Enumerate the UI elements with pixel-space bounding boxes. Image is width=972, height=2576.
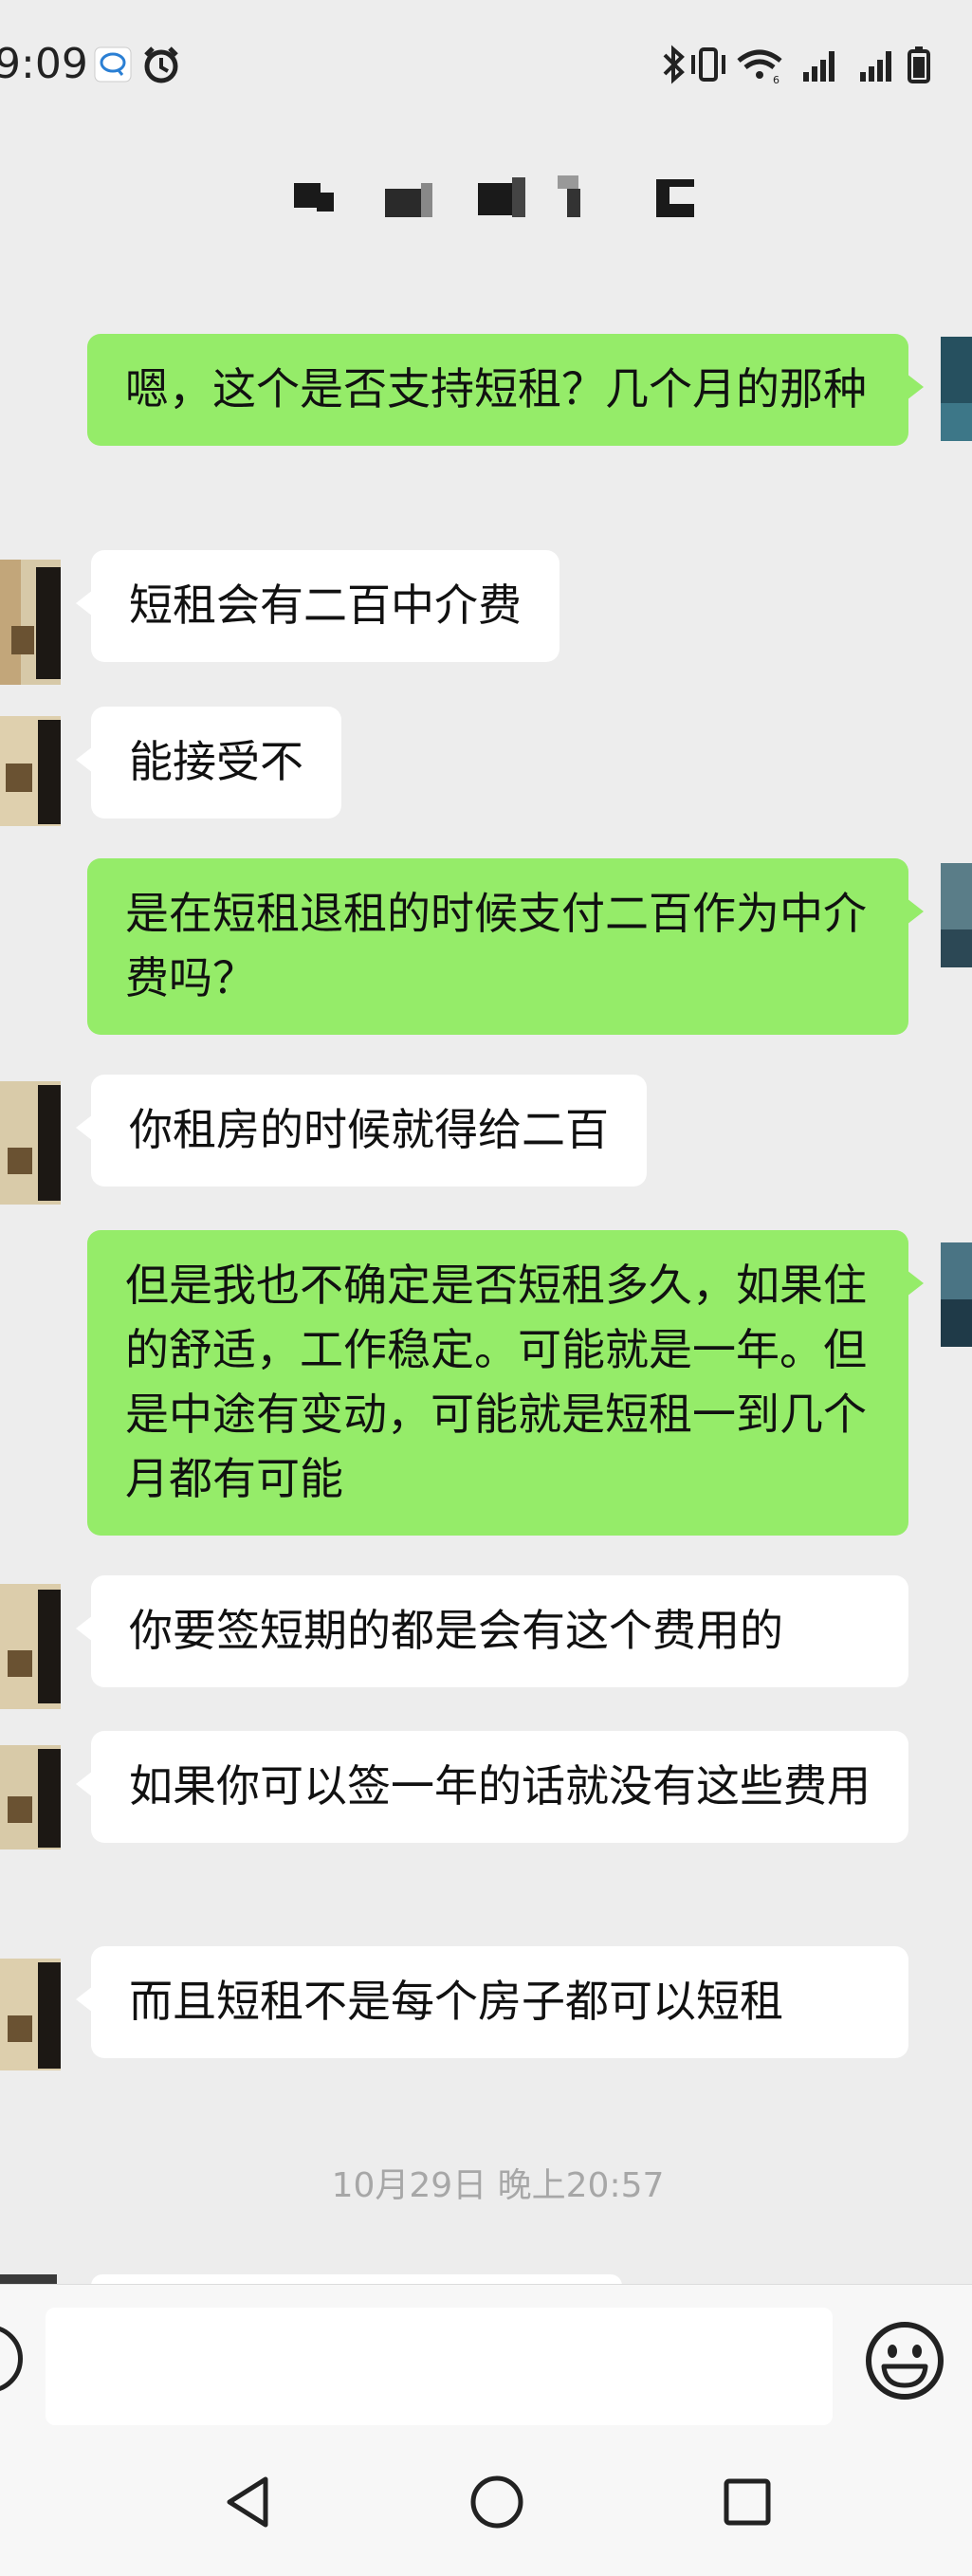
svg-text:6: 6 — [773, 74, 779, 85]
battery-icon — [908, 46, 930, 83]
contact-avatar[interactable] — [0, 1959, 61, 2084]
status-right-icons: 6 — [661, 44, 964, 89]
bluetooth-icon — [663, 45, 685, 84]
contact-avatar[interactable] — [0, 1584, 61, 1709]
status-time: 9:09 — [0, 40, 88, 88]
status-bar: 9:09 6 — [0, 0, 972, 133]
message-bubble-received[interactable]: 如果你可以签一年的话就没有这些费用 — [76, 1731, 908, 1843]
voice-icon[interactable] — [0, 2325, 23, 2393]
message-bubble-received[interactable]: 你租房的时候就得给二百 — [76, 1075, 647, 1187]
my-avatar[interactable] — [941, 863, 972, 988]
navigation-bar — [0, 2426, 972, 2576]
chat-title-blurred[interactable] — [294, 175, 721, 219]
my-avatar[interactable] — [941, 337, 972, 462]
message-bubble-received[interactable]: 而且短租不是每个房子都可以短租 — [76, 1946, 908, 2058]
contact-avatar[interactable] — [0, 560, 61, 685]
message-bubble-sent[interactable]: 嗯，这个是否支持短租？几个月的那种 — [87, 334, 924, 446]
message-bubble-sent[interactable]: 但是我也不确定是否短租多久，如果住的舒适，工作稳定。可能就是一年。但是中途有变动… — [87, 1230, 924, 1536]
signal-icon — [803, 51, 834, 82]
back-icon[interactable] — [220, 2474, 277, 2534]
wifi-icon: 6 — [737, 49, 782, 86]
emoji-icon[interactable] — [863, 2319, 946, 2406]
message-bubble-received[interactable]: 短租会有二百中介费 — [76, 550, 559, 662]
message-input[interactable] — [46, 2308, 833, 2425]
contact-avatar[interactable] — [0, 716, 61, 841]
my-avatar[interactable] — [941, 1242, 972, 1368]
vibrate-icon — [691, 47, 725, 82]
alarm-icon — [144, 46, 178, 83]
message-bubble-received[interactable]: 你要签短期的都是会有这个费用的 — [76, 1575, 908, 1687]
contact-avatar[interactable] — [0, 1745, 61, 1870]
message-bubble-sent[interactable]: 是在短租退租的时候支付二百作为中介费吗？ — [87, 858, 924, 1035]
chat-notification-icon — [94, 46, 132, 83]
contact-avatar[interactable] — [0, 1081, 61, 1206]
status-left-icons — [93, 44, 188, 89]
signal-icon — [860, 51, 891, 82]
message-bubble-received[interactable]: 能接受不 — [76, 707, 341, 819]
recents-icon[interactable] — [719, 2474, 776, 2534]
message-timestamp: 10月29日 晚上20:57 — [331, 2166, 665, 2205]
input-bar — [0, 2284, 972, 2427]
home-icon[interactable] — [468, 2474, 525, 2534]
